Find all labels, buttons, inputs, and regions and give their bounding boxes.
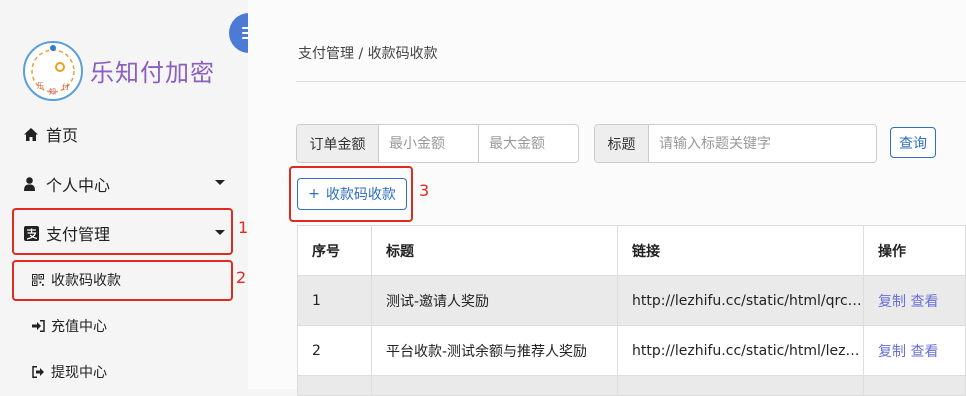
query-button[interactable]: 查询: [890, 127, 936, 158]
sidebar-item-label: 个人中心: [46, 176, 111, 195]
chevron-down-icon[interactable]: [215, 180, 225, 185]
main-content: 支付管理 / 收款码收款 订单金额 标题 查询 + 收款码收款 3 序号 标题 …: [248, 0, 966, 396]
annotation-box-2: [12, 260, 233, 301]
table-row: [297, 375, 966, 396]
column-header-id: 序号: [297, 225, 372, 276]
annotation-box-1: [12, 208, 233, 255]
logo-char-3: 付: [62, 82, 69, 91]
sidebar-item-label: 首页: [46, 126, 79, 145]
title-label: 标题: [595, 125, 649, 162]
cell-title: 测试-邀请人奖励: [371, 275, 618, 326]
column-header-title: 标题: [371, 225, 618, 276]
divider: [296, 81, 966, 82]
view-link[interactable]: 查看: [910, 294, 938, 310]
sidebar-subitem-withdraw-center[interactable]: 提现中心: [32, 362, 107, 382]
view-link[interactable]: 查看: [910, 344, 938, 360]
cell-link: http://lezhifu.cc/static/html/qrcode...: [617, 275, 864, 326]
copy-link[interactable]: 复制: [878, 294, 906, 310]
cell-id: 1: [297, 275, 372, 326]
title-filter-group: 标题: [594, 124, 877, 163]
cell-title: 平台收款-测试余额与推荐人奖励: [371, 325, 618, 376]
user-icon: [24, 177, 42, 191]
sidebar-subitem-label: 充值中心: [51, 319, 107, 335]
sidebar-subitem-recharge-center[interactable]: 充值中心: [32, 316, 107, 336]
table-row: 1 测试-邀请人奖励 http://lezhifu.cc/static/html…: [297, 275, 966, 326]
breadcrumb: 支付管理 / 收款码收款: [298, 46, 438, 62]
sidebar-subitem-label: 提现中心: [51, 365, 107, 381]
sidebar-item-personal-center[interactable]: 个人中心: [24, 172, 110, 196]
sign-out-icon: [32, 366, 48, 378]
annotation-number-3: 3: [419, 181, 430, 200]
table-row: 2 平台收款-测试余额与推荐人奖励 http://lezhifu.cc/stat…: [297, 325, 966, 376]
brand-name: 乐知付加密: [90, 59, 215, 87]
home-icon: [24, 127, 42, 141]
column-header-link: 链接: [617, 225, 864, 276]
logo-char-1: 乐: [37, 81, 44, 90]
cell-actions: 复制 查看: [863, 325, 966, 376]
amount-filter-group: 订单金额: [296, 124, 579, 163]
amount-label: 订单金额: [297, 125, 379, 162]
cell-id: 2: [297, 325, 372, 376]
annotation-number-1: 1: [238, 218, 249, 237]
table-header-row: 序号 标题 链接 操作: [297, 225, 966, 276]
min-amount-input[interactable]: [379, 125, 479, 162]
max-amount-input[interactable]: [479, 125, 578, 162]
sidebar: 乐 知 付 乐知付加密 首页 个人中心 支付管理 收款码收款 充值中心 提现中心…: [0, 0, 248, 389]
collection-table: 序号 标题 链接 操作 1 测试-邀请人奖励 http://lezhifu.cc…: [297, 225, 966, 396]
logo-icon: 乐 知 付: [23, 41, 83, 101]
logo-char-2: 知: [49, 87, 56, 96]
annotation-number-2: 2: [236, 268, 247, 287]
title-keyword-input[interactable]: [649, 125, 876, 162]
sign-in-icon: [32, 320, 48, 332]
column-header-actions: 操作: [863, 225, 966, 276]
annotation-box-3: [289, 166, 413, 222]
copy-link[interactable]: 复制: [878, 344, 906, 360]
cell-link: http://lezhifu.cc/static/html/lezhip...: [617, 325, 864, 376]
sidebar-item-home[interactable]: 首页: [24, 122, 78, 146]
cell-actions: 复制 查看: [863, 275, 966, 326]
